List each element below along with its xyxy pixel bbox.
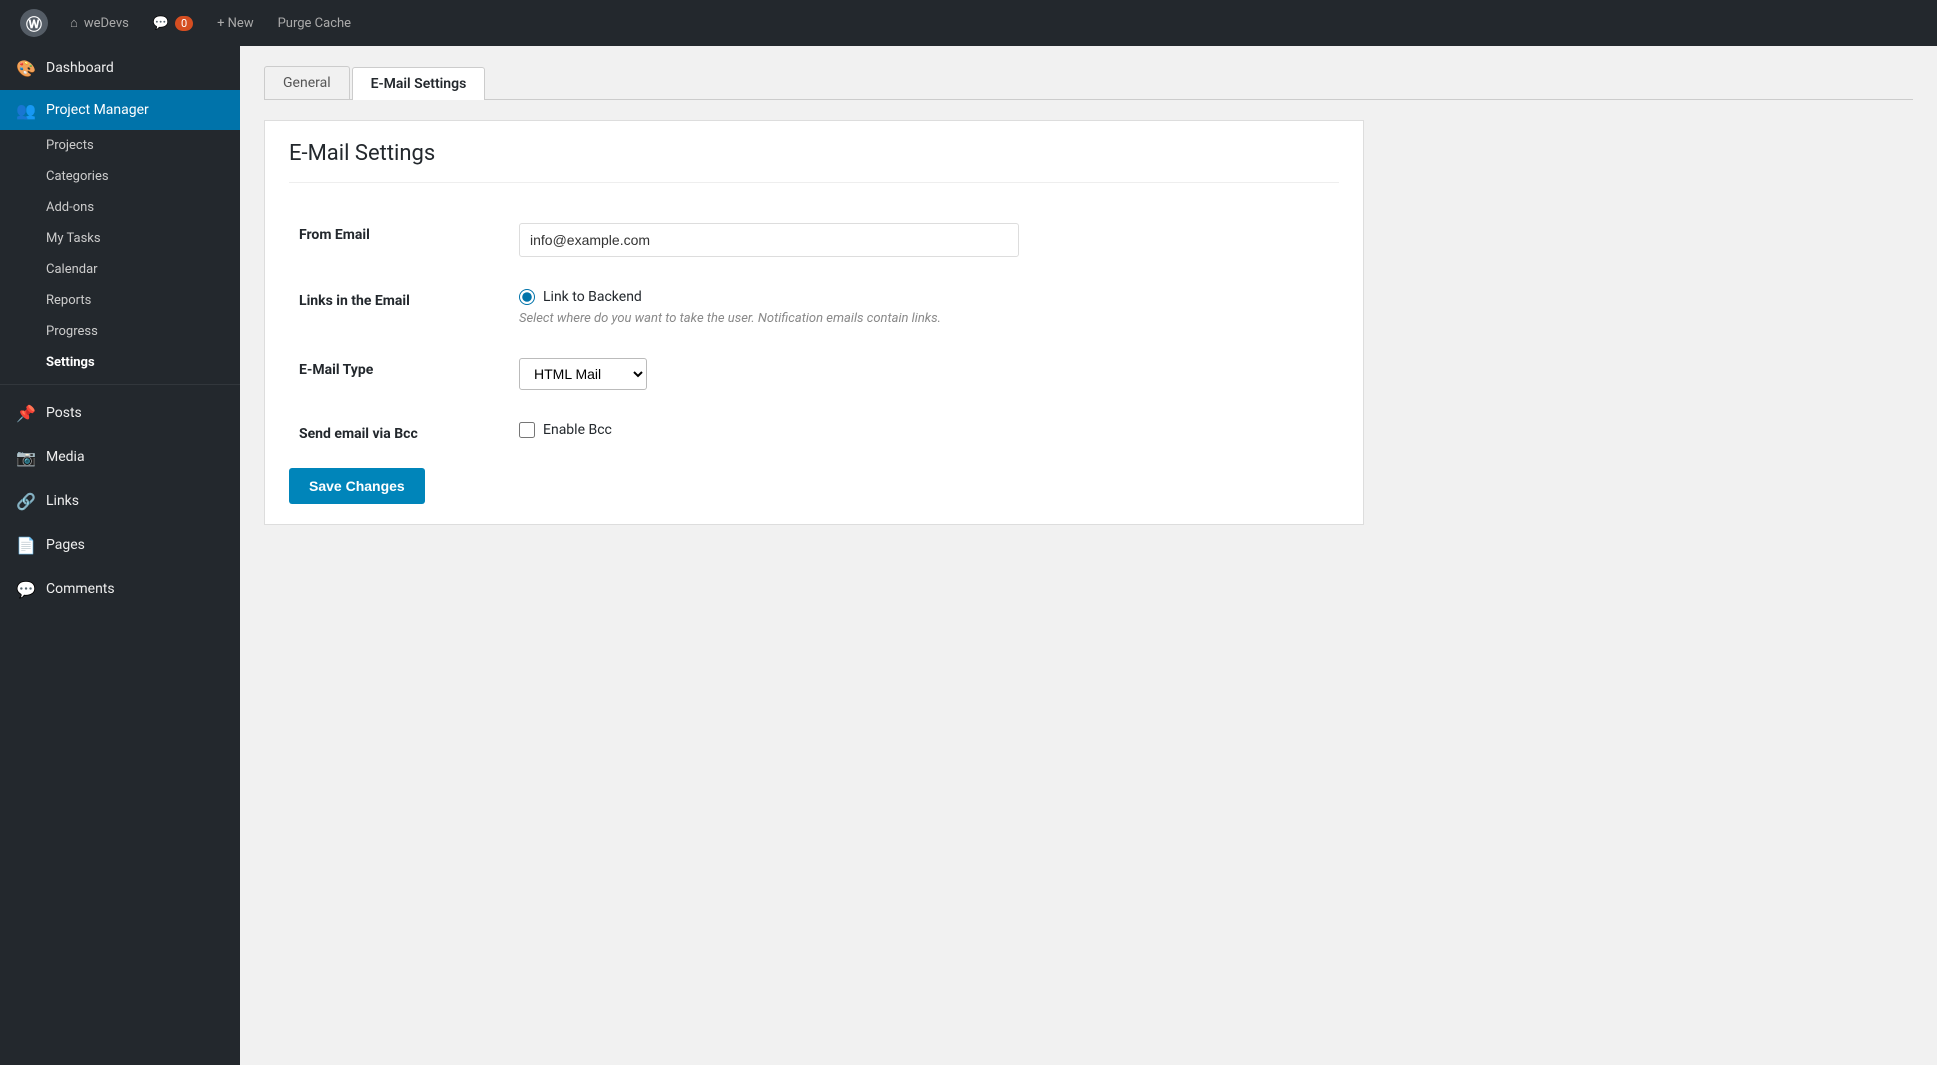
- sidebar-links-label: Links: [46, 493, 79, 509]
- comments-button[interactable]: 💬 0: [141, 0, 205, 46]
- sidebar-comments-icon: 💬: [16, 579, 36, 599]
- sidebar-comments-label: Comments: [46, 581, 115, 597]
- bcc-checkbox-row: Enable Bcc: [519, 422, 1329, 438]
- bcc-checkbox[interactable]: [519, 422, 535, 438]
- links-hint: Select where do you want to take the use…: [519, 311, 1329, 326]
- wp-icon: Ⓦ: [20, 9, 48, 37]
- dashboard-icon: 🎨: [16, 58, 36, 78]
- bcc-checkbox-label: Enable Bcc: [543, 422, 612, 438]
- from-email-row: From Email: [289, 207, 1339, 273]
- sidebar-media-label: Media: [46, 449, 85, 465]
- sidebar: 🎨 Dashboard 👥 Project Manager Projects C…: [0, 46, 240, 1065]
- from-email-input[interactable]: [519, 223, 1019, 257]
- tab-general[interactable]: General: [264, 66, 350, 99]
- project-manager-icon: 👥: [16, 100, 36, 120]
- new-content-button[interactable]: + New: [205, 0, 266, 46]
- comments-count: 0: [175, 16, 193, 31]
- bcc-row: Send email via Bcc Enable Bcc: [289, 406, 1339, 458]
- purge-cache-label: Purge Cache: [278, 16, 351, 31]
- sidebar-item-calendar[interactable]: Calendar: [0, 254, 240, 285]
- links-in-email-label: Links in the Email: [299, 293, 410, 309]
- admin-bar: Ⓦ ⌂ weDevs 💬 0 + New Purge Cache: [0, 0, 1937, 46]
- sidebar-pages-label: Pages: [46, 537, 85, 553]
- links-icon: 🔗: [16, 491, 36, 511]
- sidebar-item-pages[interactable]: 📄 Pages: [0, 523, 240, 567]
- home-icon: ⌂: [70, 15, 78, 31]
- sidebar-item-projects[interactable]: Projects: [0, 130, 240, 161]
- page-title: E-Mail Settings: [289, 141, 1339, 183]
- settings-panel: E-Mail Settings From Email: [264, 120, 1364, 525]
- wp-logo-symbol: Ⓦ: [26, 11, 42, 35]
- posts-icon: 📌: [16, 403, 36, 423]
- tab-bar: General E-Mail Settings: [264, 66, 1913, 100]
- sidebar-divider-1: [0, 384, 240, 385]
- sidebar-item-reports[interactable]: Reports: [0, 285, 240, 316]
- settings-form-table: From Email Links in the Email: [289, 207, 1339, 458]
- sidebar-item-media[interactable]: 📷 Media: [0, 435, 240, 479]
- site-name-label: weDevs: [84, 16, 129, 31]
- purge-cache-button[interactable]: Purge Cache: [266, 0, 363, 46]
- sidebar-posts-label: Posts: [46, 405, 82, 421]
- sidebar-item-project-manager[interactable]: 👥 Project Manager: [0, 90, 240, 130]
- sidebar-item-comments[interactable]: 💬 Comments: [0, 567, 240, 611]
- link-to-backend-option: Link to Backend: [519, 289, 1329, 305]
- bcc-label: Send email via Bcc: [299, 426, 418, 442]
- link-to-backend-radio[interactable]: [519, 289, 535, 305]
- links-in-email-row: Links in the Email Link to Backend Selec…: [289, 273, 1339, 342]
- sidebar-item-categories[interactable]: Categories: [0, 161, 240, 192]
- email-type-select[interactable]: HTML Mail Plain Text: [519, 358, 647, 390]
- main-content: General E-Mail Settings E-Mail Settings …: [240, 46, 1937, 1065]
- sidebar-item-links[interactable]: 🔗 Links: [0, 479, 240, 523]
- tab-email-settings[interactable]: E-Mail Settings: [352, 67, 486, 100]
- site-name-button[interactable]: ⌂ weDevs: [58, 0, 141, 46]
- media-icon: 📷: [16, 447, 36, 467]
- sidebar-item-dashboard[interactable]: 🎨 Dashboard: [0, 46, 240, 90]
- new-content-label: + New: [217, 16, 254, 31]
- save-changes-button[interactable]: Save Changes: [289, 468, 425, 504]
- wp-logo-button[interactable]: Ⓦ: [10, 0, 58, 46]
- sidebar-dashboard-label: Dashboard: [46, 60, 114, 76]
- sidebar-item-progress[interactable]: Progress: [0, 316, 240, 347]
- main-layout: 🎨 Dashboard 👥 Project Manager Projects C…: [0, 46, 1937, 1065]
- sidebar-item-addons[interactable]: Add-ons: [0, 192, 240, 223]
- email-type-row: E-Mail Type HTML Mail Plain Text: [289, 342, 1339, 406]
- from-email-label: From Email: [299, 227, 370, 243]
- sidebar-item-settings[interactable]: Settings: [0, 347, 240, 378]
- link-to-backend-label: Link to Backend: [543, 289, 642, 305]
- comments-icon: 💬: [153, 16, 169, 31]
- pages-icon: 📄: [16, 535, 36, 555]
- sidebar-pm-label: Project Manager: [46, 102, 149, 118]
- sidebar-item-my-tasks[interactable]: My Tasks: [0, 223, 240, 254]
- email-type-label: E-Mail Type: [299, 362, 373, 378]
- sidebar-item-posts[interactable]: 📌 Posts: [0, 391, 240, 435]
